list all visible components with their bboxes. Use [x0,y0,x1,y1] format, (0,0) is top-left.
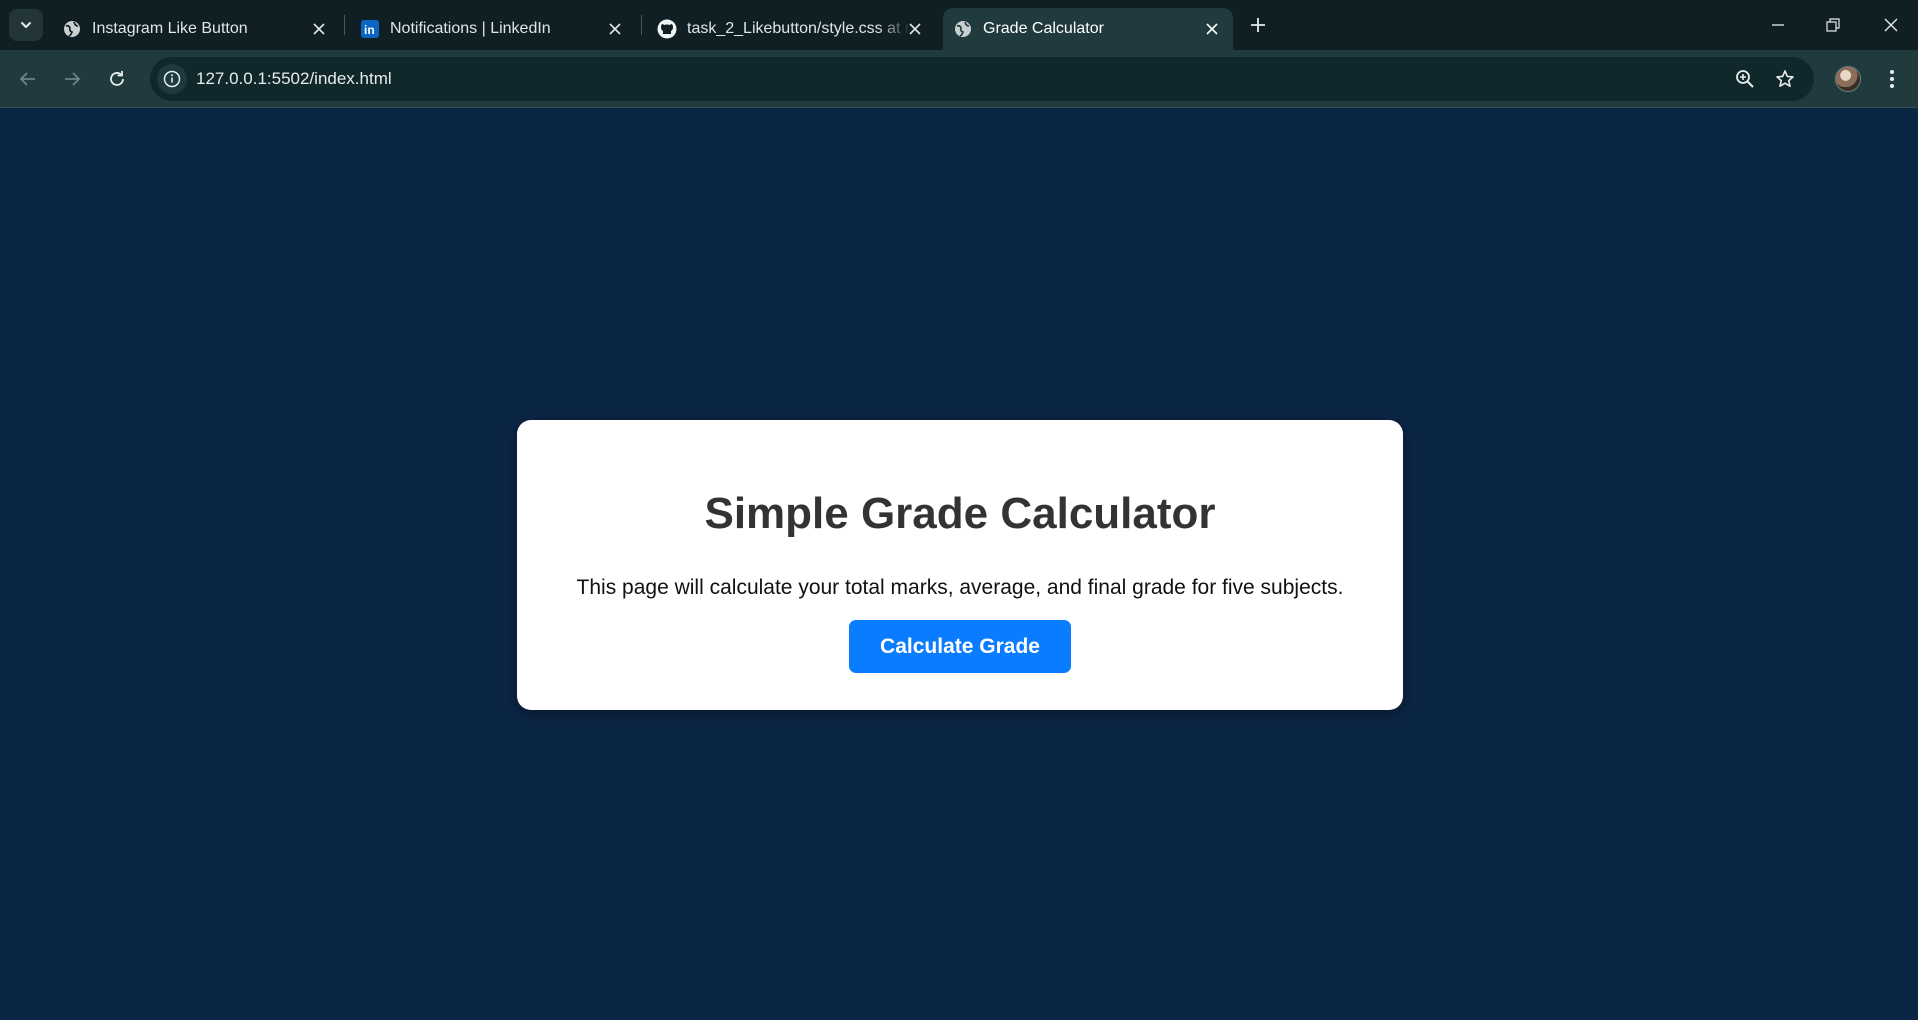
reload-icon [110,71,124,86]
browser-menu-button[interactable] [1880,65,1904,93]
zoom-in-icon [1736,70,1754,88]
close-icon[interactable] [905,19,925,39]
site-info-button[interactable] [157,64,187,94]
arrow-right-icon [65,72,81,86]
tab-title: task_2_Likebutton/style.css at m [687,20,911,37]
star-icon [1776,70,1794,87]
page-viewport: Simple Grade Calculator This page will c… [0,109,1918,1020]
chevron-down-icon [21,22,31,28]
tab-grade-calculator[interactable]: Grade Calculator [943,8,1233,50]
back-button[interactable] [14,65,42,93]
close-icon[interactable] [309,19,329,39]
close-window-button[interactable] [1878,12,1904,38]
github-icon [657,19,677,39]
profile-avatar[interactable] [1835,66,1861,92]
linkedin-icon: in [360,19,380,39]
bookmark-button[interactable] [1772,66,1798,92]
globe-icon [62,19,82,39]
minimize-button[interactable] [1765,12,1791,38]
address-bar[interactable]: 127.0.0.1:5502/index.html [150,57,1814,101]
tab-instagram-like-button[interactable]: Instagram Like Button [52,8,337,50]
restore-button[interactable] [1820,12,1846,38]
tab-linkedin-notifications[interactable]: in Notifications | LinkedIn [350,8,635,50]
tab-separator [641,15,642,35]
close-icon[interactable] [605,19,625,39]
close-icon[interactable] [1202,19,1222,39]
tab-title: Grade Calculator [983,20,1104,37]
tab-separator [344,15,345,35]
new-tab-button[interactable] [1246,13,1270,37]
more-vert-icon [1890,70,1894,88]
page-title: Simple Grade Calculator [704,489,1216,538]
tab-strip: Instagram Like Button in Notifications |… [0,0,1918,50]
svg-text:in: in [364,23,375,37]
info-icon [163,70,181,88]
arrow-left-icon [19,72,35,86]
forward-button[interactable] [58,65,86,93]
zoom-button[interactable] [1732,66,1758,92]
tab-search-button[interactable] [9,9,43,41]
browser-toolbar: 127.0.0.1:5502/index.html [0,50,1918,108]
page-description: This page will calculate your total mark… [576,576,1344,599]
close-icon [1884,18,1898,32]
restore-icon [1826,18,1840,32]
calculate-grade-button[interactable]: Calculate Grade [849,620,1071,673]
tab-title: Notifications | LinkedIn [390,20,551,37]
minimize-icon [1772,24,1784,26]
tab-title: Instagram Like Button [92,20,248,37]
reload-button[interactable] [103,65,131,93]
tab-github-style-css[interactable]: task_2_Likebutton/style.css at m [647,8,932,50]
plus-icon [1251,18,1265,32]
url-text[interactable]: 127.0.0.1:5502/index.html [196,69,392,89]
globe-icon [953,19,973,39]
grade-calculator-card: Simple Grade Calculator This page will c… [517,420,1403,710]
